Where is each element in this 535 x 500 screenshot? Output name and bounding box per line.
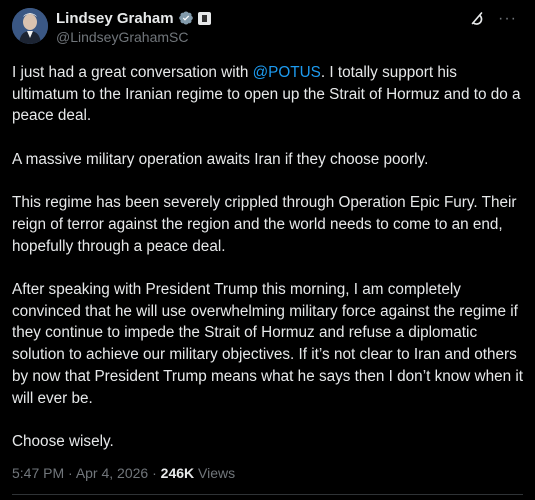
tweet-paragraph-3: This regime has been severely crippled t…: [12, 194, 517, 255]
handle[interactable]: @LindseyGrahamSC: [56, 29, 189, 45]
tweet-meta: 5:47 PM · Apr 4, 2026 · 246K Views: [12, 465, 235, 481]
avatar-photo-icon: [12, 8, 48, 44]
mention-link[interactable]: @POTUS: [253, 64, 321, 81]
divider: [12, 494, 523, 495]
tweet-header: Lindsey Graham @LindseyGrahamSC ···: [12, 8, 523, 48]
display-name[interactable]: Lindsey Graham: [56, 10, 174, 27]
tweet-time[interactable]: 5:47 PM: [12, 465, 64, 481]
verified-badge-icon[interactable]: [178, 10, 194, 26]
tweet-date[interactable]: Apr 4, 2026: [76, 465, 148, 481]
more-options-icon[interactable]: ···: [498, 10, 517, 28]
government-affiliate-badge-icon[interactable]: [197, 11, 211, 25]
meta-separator: ·: [64, 465, 76, 481]
tweet-paragraph-4: After speaking with President Trump this…: [12, 280, 524, 407]
tweet-paragraph-2: A massive military operation awaits Iran…: [12, 150, 429, 168]
avatar[interactable]: [12, 8, 48, 44]
meta-separator: ·: [148, 465, 161, 481]
grok-icon[interactable]: [468, 10, 486, 28]
tweet-paragraph-1: I just had a great conversation with @PO…: [12, 62, 524, 127]
tweet-paragraph-5: Choose wisely.: [12, 432, 114, 450]
tweet-p1-before: I just had a great conversation with: [12, 64, 253, 81]
name-row: Lindsey Graham: [56, 9, 211, 27]
header-actions: ···: [468, 10, 517, 28]
views-count: 246K: [160, 465, 195, 481]
tweet-text: I just had a great conversation with @PO…: [12, 62, 524, 474]
views-label: Views: [194, 465, 236, 481]
